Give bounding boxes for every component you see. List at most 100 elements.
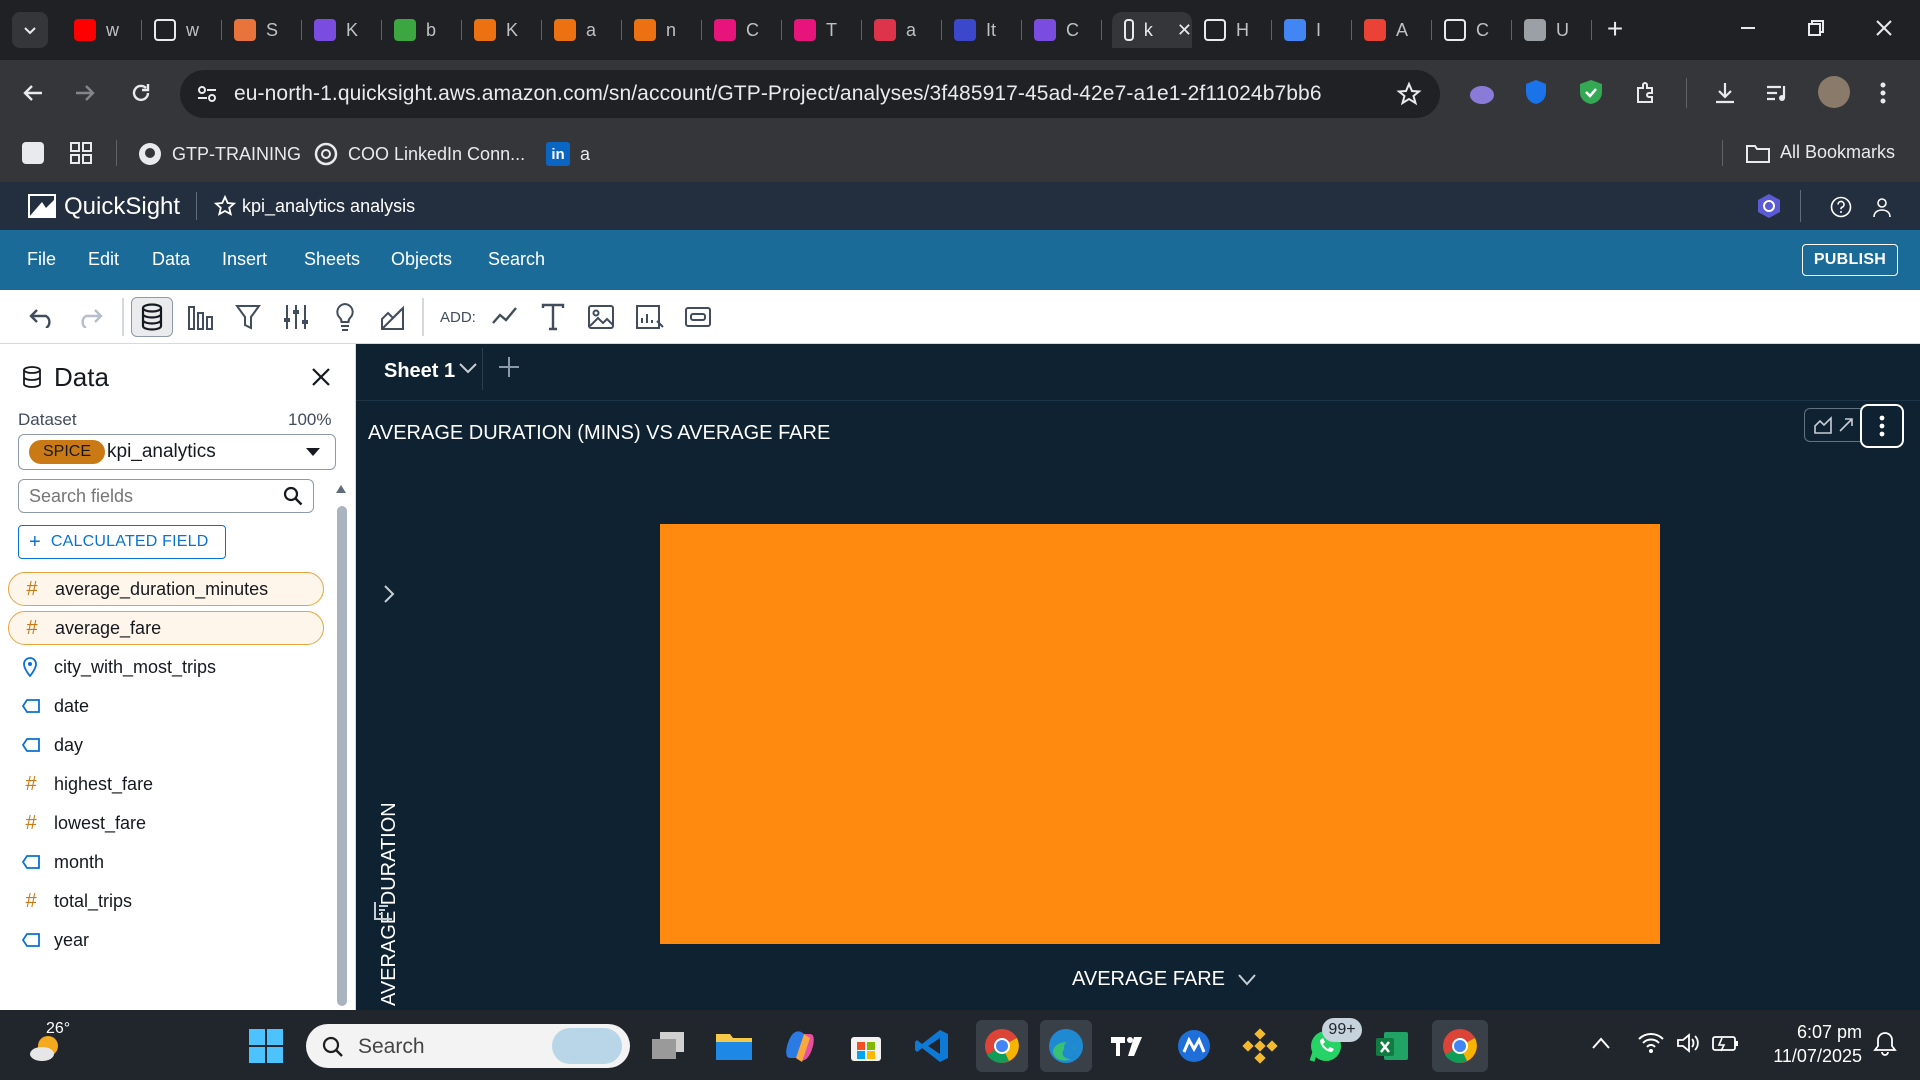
scrollbar-thumb[interactable] — [337, 506, 347, 1006]
back-button[interactable] — [20, 80, 46, 106]
browser-tab[interactable]: w — [142, 12, 222, 48]
new-tab-button[interactable]: + — [1600, 13, 1630, 44]
menu-insert[interactable]: Insert — [222, 249, 267, 270]
scatter-chart[interactable] — [356, 402, 1920, 1010]
bookmark-coo-linkedin[interactable]: COO LinkedIn Conn... — [314, 142, 525, 166]
brand-name[interactable]: QuickSight — [64, 193, 180, 221]
browser-tab[interactable]: K — [462, 12, 542, 48]
calculated-field-button[interactable]: + CALCULATED FIELD — [18, 525, 226, 559]
field-item[interactable]: # lowest_fare — [8, 806, 324, 840]
close-tab-icon[interactable]: ✕ — [1177, 20, 1192, 41]
weather-temp[interactable]: 26° — [46, 1020, 70, 1038]
add-insight-icon[interactable] — [634, 301, 666, 333]
bookmark-linkedin[interactable]: in a — [546, 142, 590, 166]
clock-time[interactable]: 6:07 pm — [1762, 1022, 1862, 1043]
favorite-star-icon[interactable] — [214, 195, 236, 217]
field-item[interactable]: year — [8, 923, 324, 957]
minimize-button[interactable] — [1736, 16, 1760, 40]
browser-tab[interactable]: A — [1352, 12, 1432, 48]
add-text-icon[interactable] — [537, 301, 569, 333]
taskbar-search-box[interactable]: Search — [306, 1024, 630, 1068]
chrome-profile-icon[interactable] — [1432, 1020, 1488, 1072]
search-icon[interactable] — [283, 486, 303, 506]
vscode-icon[interactable] — [910, 1024, 954, 1068]
add-visual-icon[interactable] — [489, 301, 521, 333]
chrome-icon[interactable] — [976, 1020, 1028, 1072]
parameters-icon[interactable] — [280, 301, 312, 333]
browser-tab[interactable]: w — [62, 12, 142, 48]
sort-icon[interactable] — [372, 900, 394, 922]
quicksight-logo-icon[interactable] — [28, 194, 56, 218]
browser-tab[interactable]: U — [1512, 12, 1592, 48]
adblock-shield-icon[interactable] — [1578, 78, 1604, 106]
undo-icon[interactable] — [26, 301, 58, 333]
chart-plot-area[interactable] — [660, 524, 1660, 944]
browser-tab[interactable]: C — [702, 12, 782, 48]
app-square-icon[interactable] — [22, 142, 44, 164]
field-item[interactable]: month — [8, 845, 324, 879]
excel-icon[interactable] — [1370, 1024, 1414, 1068]
copilot-icon[interactable] — [778, 1024, 822, 1068]
notification-bell-icon[interactable] — [1872, 1030, 1898, 1056]
bookmark-star-icon[interactable] — [1396, 81, 1422, 107]
edge-icon[interactable] — [1040, 1020, 1092, 1072]
browser-tab[interactable]: I — [1272, 12, 1352, 48]
browser-tab[interactable]: It — [942, 12, 1022, 48]
site-info-icon[interactable] — [196, 83, 218, 105]
y-axis-expand-icon[interactable] — [382, 584, 396, 604]
publish-button[interactable]: PUBLISH — [1802, 244, 1898, 276]
visuals-icon[interactable] — [185, 301, 217, 333]
browser-tab[interactable]: H — [1192, 12, 1272, 48]
browser-tab[interactable]: a — [542, 12, 622, 48]
apps-grid-icon[interactable] — [70, 142, 92, 164]
field-item[interactable]: # total_trips — [8, 884, 324, 918]
media-control-icon[interactable] — [1764, 80, 1790, 106]
shield-icon[interactable] — [1524, 78, 1548, 106]
battery-icon[interactable] — [1712, 1032, 1740, 1054]
address-bar[interactable]: eu-north-1.quicksight.aws.amazon.com/sn/… — [180, 70, 1440, 118]
menu-objects[interactable]: Objects — [391, 249, 452, 270]
menu-data[interactable]: Data — [152, 249, 190, 270]
wifi-icon[interactable] — [1638, 1032, 1664, 1054]
search-fields-input[interactable] — [18, 479, 314, 513]
tab-search-button[interactable] — [12, 12, 48, 48]
amazon-q-icon[interactable] — [1756, 192, 1782, 220]
extension-icon[interactable] — [1468, 80, 1496, 108]
user-icon[interactable] — [1872, 196, 1892, 218]
tradingview-icon[interactable] — [1106, 1024, 1150, 1068]
browser-tab[interactable]: S — [222, 12, 302, 48]
profile-avatar[interactable] — [1818, 76, 1850, 108]
themes-icon[interactable] — [377, 301, 409, 333]
restore-button[interactable] — [1804, 16, 1828, 40]
x-axis-title[interactable]: AVERAGE FARE — [1072, 968, 1257, 991]
field-item[interactable]: # average_fare — [8, 611, 324, 645]
field-item[interactable]: date — [8, 689, 324, 723]
start-button[interactable] — [244, 1024, 288, 1068]
field-item[interactable]: day — [8, 728, 324, 762]
volume-icon[interactable] — [1676, 1032, 1700, 1054]
microsoft-store-icon[interactable] — [844, 1024, 888, 1068]
task-view-icon[interactable] — [646, 1024, 690, 1068]
sheet-menu-chevron-icon[interactable] — [458, 358, 478, 378]
show-hidden-icons-chevron[interactable] — [1591, 1036, 1611, 1050]
close-icon[interactable] — [310, 366, 332, 388]
add-sheet-icon[interactable] — [498, 356, 520, 378]
menu-sheets[interactable]: Sheets — [304, 249, 360, 270]
add-embed-icon[interactable] — [682, 301, 714, 333]
browser-tab[interactable]: a — [862, 12, 942, 48]
browser-menu-icon[interactable] — [1878, 80, 1888, 106]
field-item[interactable]: city_with_most_trips — [8, 650, 324, 684]
field-item[interactable]: # average_duration_minutes — [8, 572, 324, 606]
clock-date[interactable]: 11/07/2025 — [1756, 1046, 1862, 1067]
app-m-icon[interactable] — [1172, 1024, 1216, 1068]
menu-search[interactable]: Search — [488, 249, 545, 270]
add-image-icon[interactable] — [585, 301, 617, 333]
insights-lightbulb-icon[interactable] — [329, 301, 361, 333]
data-pane-icon[interactable] — [131, 297, 173, 337]
browser-tab[interactable]: T — [782, 12, 862, 48]
browser-tab[interactable]: b — [382, 12, 462, 48]
bookmark-gtp-training[interactable]: GTP-TRAINING — [138, 142, 301, 166]
close-window-button[interactable] — [1872, 16, 1896, 40]
binance-icon[interactable] — [1238, 1024, 1282, 1068]
visual-card[interactable]: AVERAGE DURATION (MINS) VS AVERAGE FARE … — [356, 402, 1920, 1010]
